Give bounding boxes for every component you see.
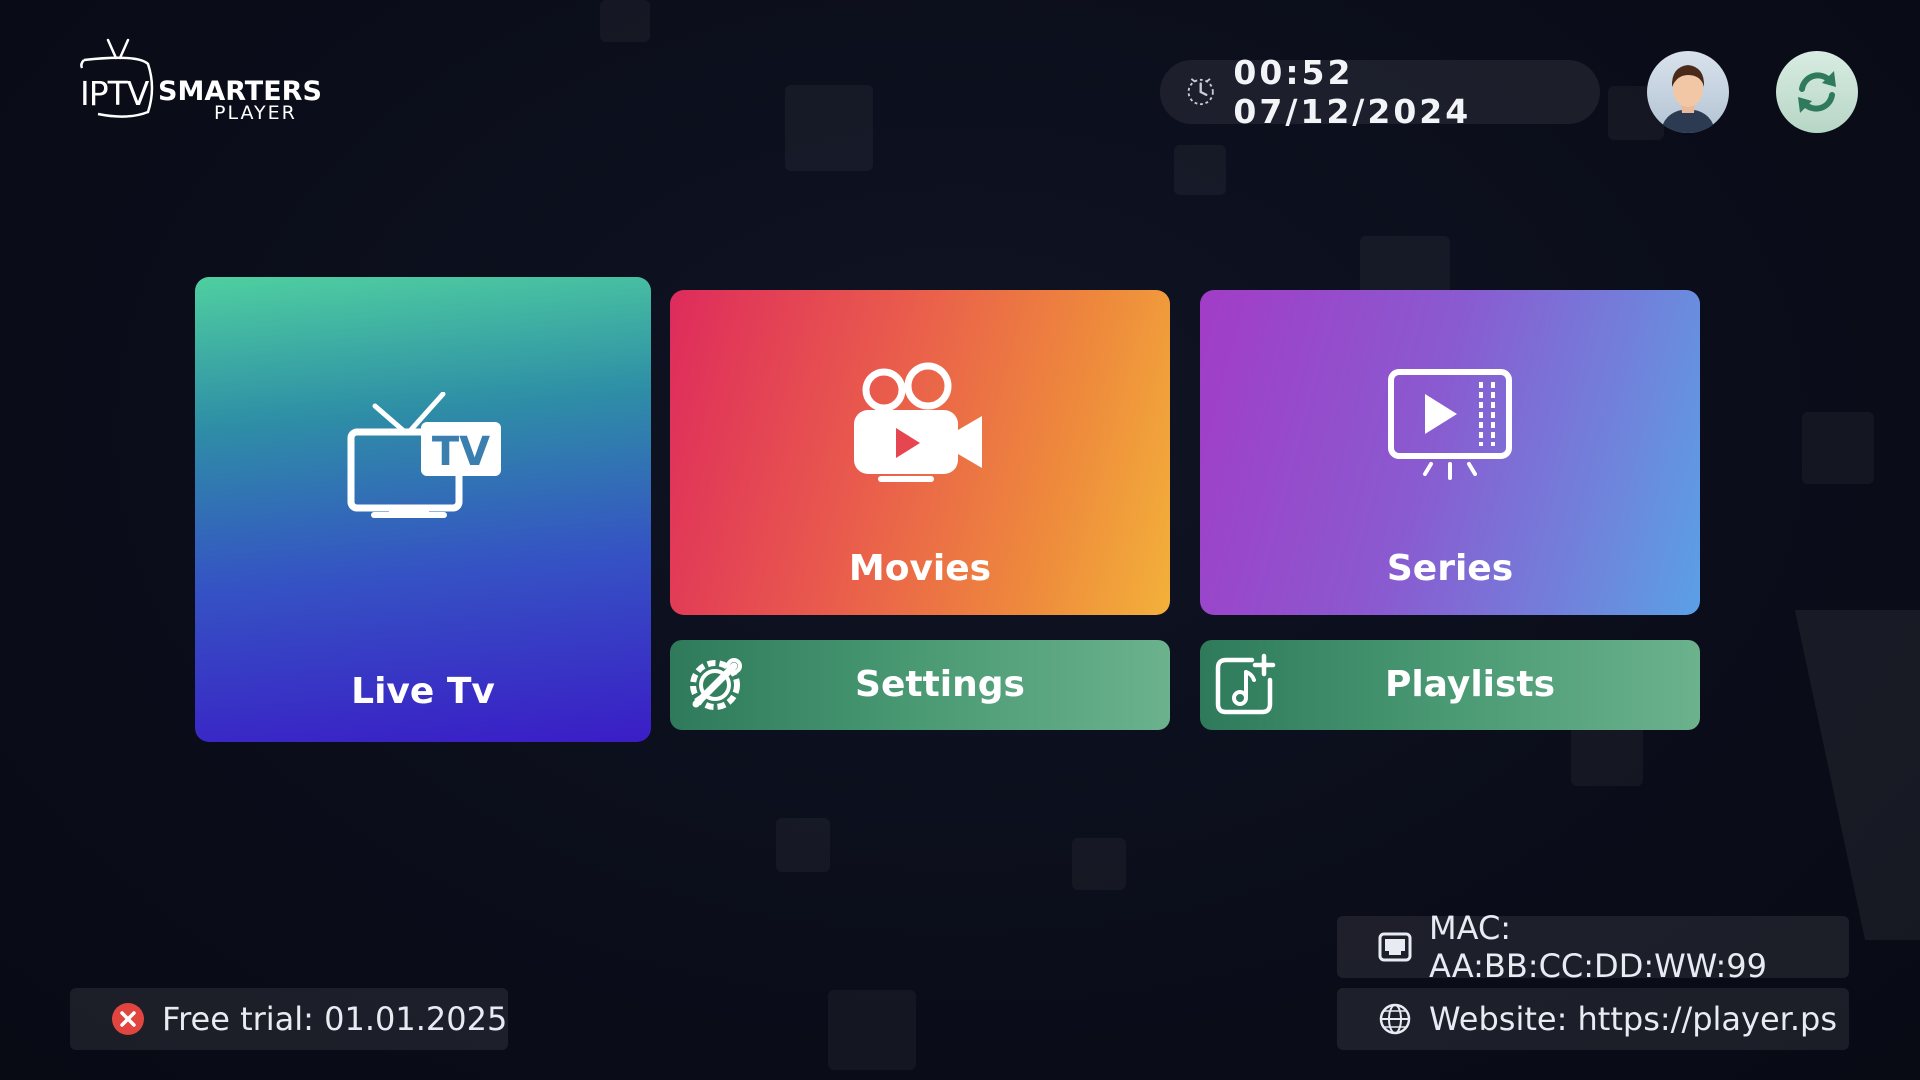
bg-square (600, 0, 650, 42)
bg-shard (1794, 610, 1920, 940)
live-tv-label: Live Tv (351, 671, 495, 712)
tv-icon: TV (347, 392, 501, 518)
bg-square (1174, 145, 1226, 195)
movie-camera-icon (854, 362, 982, 482)
series-label: Series (1386, 548, 1514, 589)
movies-label: Movies (848, 548, 992, 589)
live-tv-tile[interactable]: TV Live Tv (195, 277, 651, 742)
free-trial-text: Free trial: 01.01.2025 (162, 1000, 508, 1038)
settings-label: Settings (855, 664, 1025, 705)
logo-iptv-text: IPTV (80, 74, 149, 113)
globe-icon (1379, 1003, 1411, 1035)
bg-square (828, 990, 916, 1070)
movies-tile[interactable]: Movies (670, 290, 1170, 615)
refresh-icon (1798, 71, 1836, 113)
playlists-button[interactable]: Playlists (1200, 640, 1700, 730)
datetime-text: 00:52 07/12/2024 (1233, 53, 1472, 131)
bg-square (785, 85, 873, 171)
bg-square (776, 818, 830, 872)
website-text: Website: https://player.ps (1429, 1000, 1838, 1038)
user-avatar-button[interactable] (1647, 51, 1729, 133)
mac-address-badge: MAC: AA:BB:CC:DD:WW:99 (1337, 909, 1849, 985)
home-screen: IPTV SMARTERS PLAYER 00:52 07/12/2024 TV… (0, 0, 1920, 1080)
mac-address-text: MAC: AA:BB:CC:DD:WW:99 (1429, 909, 1768, 985)
series-tile[interactable]: Series (1200, 290, 1700, 615)
bg-square (1072, 838, 1126, 890)
app-logo: IPTV SMARTERS PLAYER (78, 38, 322, 128)
playlists-label: Playlists (1384, 664, 1556, 705)
refresh-button[interactable] (1776, 51, 1858, 133)
website-badge: Website: https://player.ps (1337, 988, 1849, 1050)
ethernet-icon (1378, 932, 1412, 962)
video-screen-icon (1388, 369, 1512, 480)
settings-button[interactable]: Settings (670, 640, 1170, 730)
clock-icon (1187, 78, 1214, 106)
logo-player-text: PLAYER (214, 102, 297, 124)
user-avatar-icon (1661, 65, 1715, 133)
free-trial-badge: Free trial: 01.01.2025 (70, 988, 508, 1050)
error-x-icon (112, 1003, 144, 1035)
svg-text:TV: TV (432, 429, 490, 475)
datetime-display: 00:52 07/12/2024 (1160, 53, 1600, 131)
bg-square (1802, 412, 1874, 484)
